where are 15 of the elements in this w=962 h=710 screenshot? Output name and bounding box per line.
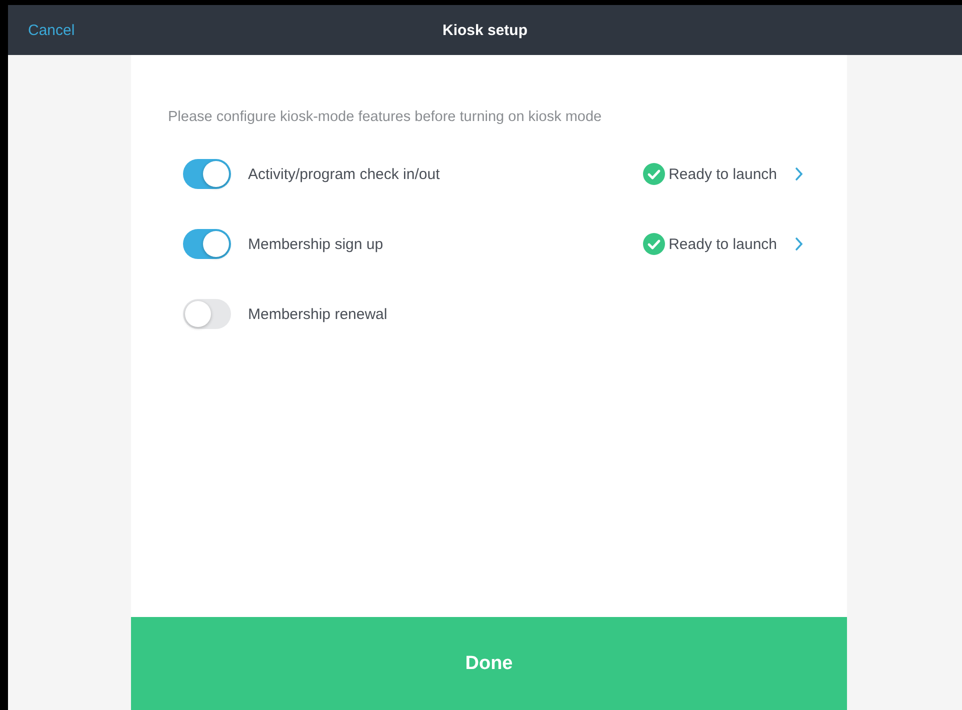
- chevron-right-icon[interactable]: [795, 167, 803, 181]
- feature-label: Membership sign up: [248, 236, 384, 252]
- status-text: Ready to launch: [668, 236, 777, 252]
- window-title: Kiosk setup: [442, 22, 528, 38]
- toggle-switch[interactable]: [183, 299, 231, 329]
- chevron-right-icon[interactable]: [795, 237, 803, 251]
- toggle-switch[interactable]: [183, 229, 231, 259]
- check-icon: [642, 163, 665, 185]
- toggle-switch[interactable]: [183, 159, 231, 189]
- feature-label: Membership renewal: [248, 306, 388, 322]
- cancel-button[interactable]: Cancel: [28, 22, 75, 38]
- intro-text: Please configure kiosk-mode features before turning on kiosk mode: [168, 109, 603, 125]
- check-icon: [642, 233, 665, 255]
- feature-label: Activity/program check in/out: [248, 166, 441, 182]
- status-text: Ready to launch: [668, 166, 777, 182]
